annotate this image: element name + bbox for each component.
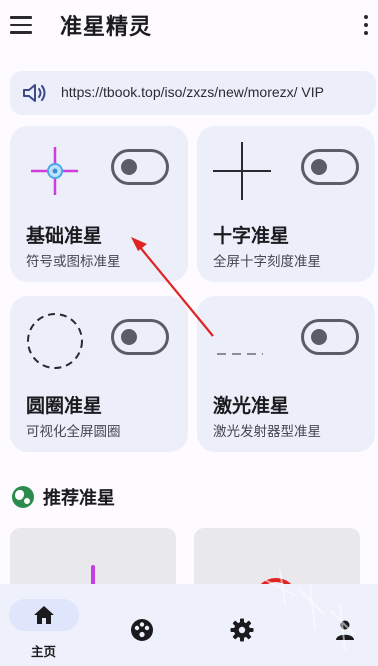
dashed-line-icon — [217, 353, 263, 355]
toggle-knob — [311, 329, 327, 345]
card-basic-crosshair[interactable]: 基础准星 符号或图标准星 — [10, 126, 188, 282]
top-app-bar: 准星精灵 — [0, 0, 378, 50]
bottom-navigation: 主页 — [0, 584, 378, 666]
card-description: 符号或图标准星 — [26, 254, 121, 270]
more-vertical-icon[interactable] — [360, 13, 372, 37]
user-icon — [336, 620, 354, 640]
cross-crosshair-icon — [213, 142, 271, 200]
toggle-knob — [121, 159, 137, 175]
nav-item-palette[interactable] — [97, 584, 191, 666]
app-screen: 准星精灵 https://tbook.top/iso/zxzs/new/more… — [0, 0, 378, 666]
card-title: 圆圈准星 — [26, 395, 103, 417]
card-title: 基础准星 — [26, 225, 103, 247]
settings-gear-icon — [230, 618, 254, 642]
hamburger-menu-icon[interactable] — [10, 12, 38, 38]
circle-crosshair-toggle[interactable] — [111, 319, 169, 355]
card-title: 十字准星 — [213, 225, 290, 247]
cross-crosshair-toggle[interactable] — [301, 149, 359, 185]
home-icon — [34, 606, 54, 624]
laser-crosshair-toggle[interactable] — [301, 319, 359, 355]
toggle-knob — [121, 329, 137, 345]
notice-bar[interactable]: https://tbook.top/iso/zxzs/new/morezx/ V… — [10, 71, 376, 115]
nav-item-settings[interactable] — [191, 584, 285, 666]
section-title: 推荐准星 — [43, 488, 115, 509]
card-description: 全屏十字刻度准星 — [213, 254, 321, 270]
globe-icon — [12, 486, 34, 508]
app-title: 准星精灵 — [60, 15, 153, 40]
nav-item-home[interactable]: 主页 — [3, 584, 97, 666]
basic-crosshair-toggle[interactable] — [111, 149, 169, 185]
palette-icon — [131, 619, 153, 641]
toggle-knob — [311, 159, 327, 175]
basic-crosshair-icon — [31, 147, 78, 195]
card-description: 可视化全屏圆圈 — [26, 424, 121, 440]
card-circle-crosshair[interactable]: 圆圈准星 可视化全屏圆圈 — [10, 296, 188, 452]
card-title: 激光准星 — [213, 395, 290, 417]
nav-label: 主页 — [31, 644, 57, 659]
card-cross-crosshair[interactable]: 十字准星 全屏十字刻度准星 — [197, 126, 375, 282]
speaker-icon — [23, 84, 46, 102]
nav-item-profile[interactable] — [284, 584, 378, 666]
notice-text: https://tbook.top/iso/zxzs/new/morezx/ V… — [61, 84, 324, 100]
recommended-section-header: 推荐准星 — [12, 484, 115, 510]
card-laser-crosshair[interactable]: 激光准星 激光发射器型准星 — [197, 296, 375, 452]
card-description: 激光发射器型准星 — [213, 424, 321, 440]
dashed-circle-icon — [27, 313, 83, 369]
